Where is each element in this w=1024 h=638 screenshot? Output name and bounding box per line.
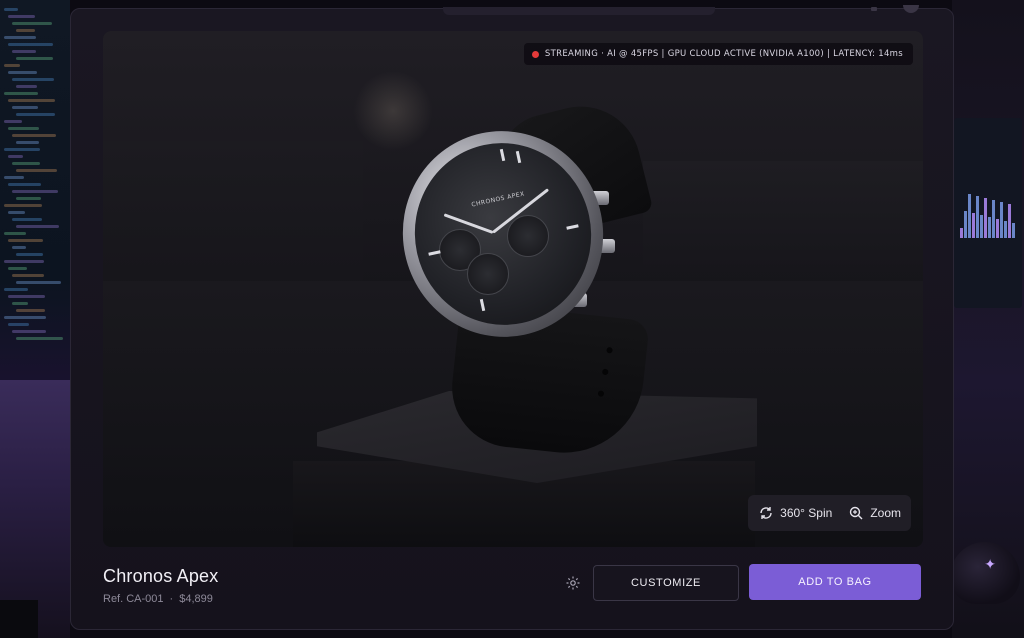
background-code-line	[12, 50, 36, 53]
background-code-line	[16, 309, 45, 312]
strap-hole	[597, 390, 605, 397]
background-code-line	[8, 267, 27, 270]
background-monitor-bar	[984, 198, 987, 238]
background-code-line	[4, 176, 24, 179]
background-code-line	[16, 225, 59, 228]
background-code-line	[16, 85, 37, 88]
window-top-indicator	[871, 7, 877, 11]
product-viewer-window: CHRONOS APEX STREAMING · AI @ 45FPS | GP…	[70, 5, 954, 630]
background-code-line	[8, 127, 39, 130]
background-code-line	[12, 106, 38, 109]
background-code-line	[12, 274, 44, 277]
background-code-line	[4, 36, 36, 39]
product-ref: Ref. CA-001	[103, 593, 164, 605]
recording-icon	[531, 50, 539, 58]
background-code-line	[4, 148, 40, 151]
rotate-icon	[760, 507, 772, 519]
background-code-line	[8, 43, 53, 46]
background-monitor-bar	[996, 219, 999, 238]
background-code-line	[4, 260, 44, 263]
background-code-line	[8, 239, 43, 242]
background-code-line	[8, 71, 37, 74]
background-code-line	[4, 120, 22, 123]
background-code-line	[12, 134, 56, 137]
background-monitor-bar	[1004, 221, 1007, 238]
viewer-controls: 360° Spin Zoom	[748, 495, 911, 531]
meta-separator: ·	[169, 593, 174, 605]
background-code-line	[8, 211, 25, 214]
background-corner	[0, 600, 38, 638]
zoom-icon	[850, 506, 863, 520]
background-code-line	[8, 323, 29, 326]
background-code-line	[8, 99, 55, 102]
background-code-line	[4, 8, 18, 11]
background-code-line	[16, 113, 55, 116]
background-code-line	[12, 22, 52, 25]
background-code-line	[12, 190, 58, 193]
scene-cabinet	[643, 161, 923, 271]
background-monitor-bar	[1000, 202, 1003, 238]
watch-subdial-right	[507, 215, 549, 257]
background-code-line	[16, 57, 53, 60]
background-code-line	[12, 302, 28, 305]
background-code-line	[12, 218, 42, 221]
background-code-line	[16, 253, 43, 256]
mouse-logo-icon: ✦	[984, 556, 996, 572]
scene-light	[353, 71, 433, 151]
background-monitor-bar	[1012, 223, 1015, 238]
background-code-line	[16, 141, 39, 144]
background-code-line	[16, 169, 57, 172]
product-3d-viewer[interactable]: CHRONOS APEX STREAMING · AI @ 45FPS | GP…	[103, 31, 923, 547]
product-meta: Ref. CA-001 · $4,899	[103, 593, 213, 605]
background-code-line	[16, 337, 63, 340]
background-code-line	[12, 162, 40, 165]
background-monitor-bar	[992, 200, 995, 238]
spin-label: 360° Spin	[780, 506, 833, 520]
product-price: $4,899	[179, 593, 213, 605]
background-code-line	[16, 197, 41, 200]
background-monitor-screen	[954, 118, 1022, 308]
gear-icon[interactable]	[565, 575, 581, 591]
customize-button[interactable]: CUSTOMIZE	[593, 565, 739, 601]
window-top-bar	[443, 7, 715, 15]
strap-hole	[606, 346, 613, 354]
background-code-line	[12, 78, 54, 81]
background-monitor-bar	[960, 228, 963, 238]
zoom-button[interactable]: Zoom	[848, 505, 901, 521]
product-title: Chronos Apex	[103, 566, 219, 586]
background-code-line	[4, 92, 38, 95]
background-code-line	[4, 204, 42, 207]
spin-360-button[interactable]: 360° Spin	[758, 505, 832, 521]
background-monitor-bar	[980, 215, 983, 238]
background-code-line	[4, 232, 26, 235]
background-code-line	[4, 64, 20, 67]
stream-status-text: STREAMING · AI @ 45FPS | GPU CLOUD ACTIV…	[544, 49, 903, 59]
background-code-line	[16, 281, 61, 284]
zoom-label: Zoom	[870, 506, 901, 520]
background-code-line	[8, 15, 35, 18]
background-monitor-bar	[964, 211, 967, 238]
background-code-line	[8, 183, 41, 186]
background-monitor-bar	[972, 213, 975, 238]
background-code-monitor	[0, 0, 70, 400]
background-code-line	[16, 29, 35, 32]
background-code-line	[4, 316, 46, 319]
avatar[interactable]	[903, 5, 919, 13]
background-monitor-bar	[1008, 204, 1011, 238]
background-code-line	[8, 295, 45, 298]
watch-subdial-bottom	[467, 253, 509, 295]
background-code-line	[4, 288, 28, 291]
background-monitor-bar	[968, 194, 971, 238]
background-code-line	[8, 155, 23, 158]
background-code-line	[12, 330, 46, 333]
background-monitor-bar	[976, 196, 979, 238]
stream-status-bar: STREAMING · AI @ 45FPS | GPU CLOUD ACTIV…	[523, 43, 913, 65]
strap-hole	[601, 368, 609, 376]
background-code-line	[12, 246, 26, 249]
background-monitor-bar	[988, 217, 991, 238]
add-to-bag-button[interactable]: ADD TO BAG	[749, 564, 921, 600]
background-mouse	[950, 542, 1020, 604]
